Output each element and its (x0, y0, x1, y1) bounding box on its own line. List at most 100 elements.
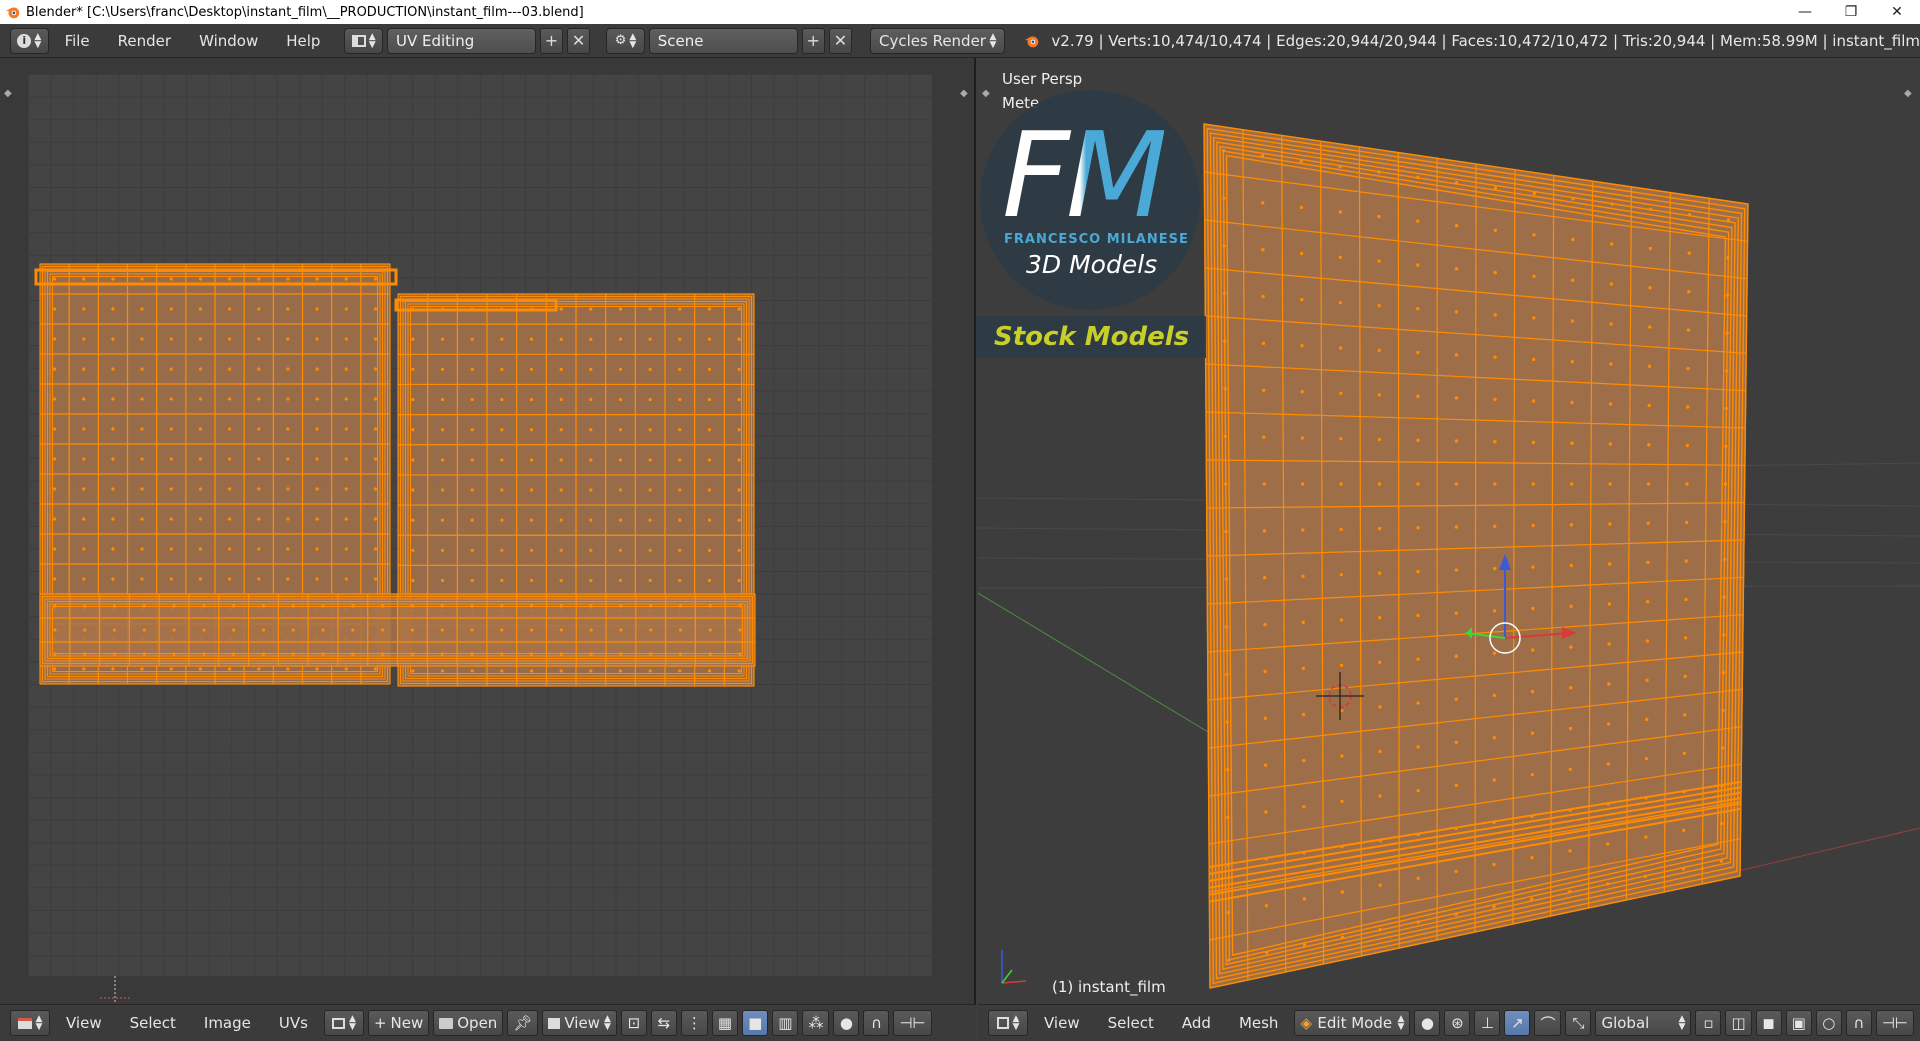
arrow-icon: ↗ (1511, 1014, 1524, 1032)
snap-element[interactable]: ⊣⊢ (1875, 1010, 1914, 1036)
editor-type-3d-button[interactable]: ▲ ▼ (988, 1010, 1028, 1036)
snap-icon: ⊣⊢ (899, 1014, 926, 1032)
uv-menu-image[interactable]: Image (192, 1010, 263, 1036)
screen-layout-name[interactable]: UV Editing (387, 27, 536, 54)
proportional-icon: ○ (1822, 1014, 1836, 1032)
open-image-button[interactable]: Open (433, 1010, 504, 1036)
folder-icon (439, 1017, 454, 1029)
view-icon (548, 1017, 561, 1029)
snap-toggle-button[interactable]: ∩ (863, 1010, 890, 1036)
edge-select-mode[interactable]: ◫ (1725, 1010, 1752, 1036)
pivot-select[interactable]: ⊡ (620, 1010, 647, 1036)
view-name-label: User Persp (1002, 70, 1083, 88)
x-icon: ✕ (833, 31, 848, 50)
new-image-button[interactable]: + New (367, 1010, 430, 1036)
mode-select[interactable]: ◈ Edit Mode ▲ ▼ (1294, 1010, 1411, 1036)
3d-view-header: ▲ ▼ View Select Add Mesh ◈ Edit Mode ▲ ▼ ●… (978, 1004, 1920, 1041)
add-scene-button[interactable]: + (801, 27, 825, 54)
updown-arrows-icon: ▲ ▼ (35, 1014, 43, 1032)
uv-grid-canvas[interactable] (28, 74, 932, 976)
rotate-manipulator[interactable]: ⌒ (1534, 1010, 1562, 1036)
3d-menu-select[interactable]: Select (1096, 1010, 1166, 1036)
view-mode-select[interactable]: View ▲ ▼ (542, 1010, 617, 1036)
3d-menu-view[interactable]: View (1032, 1010, 1092, 1036)
screen-layout-selector[interactable]: ▲ ▼ (344, 27, 383, 54)
add-screen-button[interactable]: + (539, 27, 564, 54)
pivot-icon: ⊡ (627, 1014, 641, 1032)
pin-button[interactable]: 📌︎ (507, 1010, 539, 1036)
edge-select-icon: ◫ (1731, 1014, 1746, 1032)
image-editor-icon (17, 1017, 32, 1029)
image-browse-button[interactable]: ▲ ▼ (323, 1010, 364, 1036)
editor-type-info-button[interactable]: i ▲ ▼ (10, 27, 49, 54)
solid-sphere-icon: ● (1420, 1014, 1434, 1032)
edit-mode-icon: ◈ (1300, 1014, 1312, 1032)
occlude-geometry-toggle[interactable]: ▣ (1785, 1010, 1812, 1036)
face-icon: ■ (748, 1014, 763, 1032)
window-title: Blender* [C:\Users\franc\Desktop\instant… (26, 4, 584, 20)
menu-file[interactable]: File (53, 28, 102, 54)
region-toggle-right[interactable]: ◆ (960, 88, 968, 99)
snap-toggle[interactable]: ∩ (1845, 1010, 1872, 1036)
render-engine-select[interactable]: Cycles Render ▲ ▼ (870, 27, 1006, 54)
updown-arrows-icon: ▲ ▼ (989, 31, 997, 50)
2d-cursor-icon (100, 976, 130, 1004)
snap-element-select[interactable]: ⊣⊢ (893, 1010, 932, 1036)
select-island-button[interactable]: ▥ (772, 1010, 799, 1036)
vertex-select-mode[interactable]: ▫ (1695, 1010, 1722, 1036)
screen-layout-icon (351, 34, 366, 47)
sticky-select-mode[interactable]: ⁂ (802, 1010, 830, 1036)
face-select-mode[interactable]: ◼ (1755, 1010, 1782, 1036)
updown-arrows-icon: ▲ ▼ (1397, 1014, 1405, 1032)
delete-scene-button[interactable]: ✕ (828, 27, 852, 54)
restore-button[interactable]: ❐ (1828, 0, 1874, 24)
select-face-button[interactable]: ■ (742, 1010, 769, 1036)
face-select-icon: ◼ (1762, 1014, 1775, 1032)
scene-name[interactable]: Scene (648, 27, 798, 54)
blender-logo-icon (5, 7, 20, 19)
translate-manipulator[interactable]: ↗ (1504, 1010, 1531, 1036)
updown-arrows-icon: ▲ ▼ (1678, 1014, 1686, 1032)
region-toggle-right[interactable]: ◆ (1904, 88, 1912, 99)
window-titlebar: Blender* [C:\Users\franc\Desktop\instant… (0, 0, 1920, 24)
blender-logo-icon (1025, 36, 1039, 47)
region-toggle-left[interactable]: ◆ (4, 88, 12, 99)
sticky-icon: ⁂ (808, 1014, 824, 1032)
close-button[interactable]: ✕ (1874, 0, 1920, 24)
manipulator-toggle[interactable]: ⊥ (1474, 1010, 1501, 1036)
pivot-point-select[interactable]: ⊛ (1444, 1010, 1471, 1036)
editor-type-image-button[interactable]: ▲ ▼ (10, 1010, 50, 1036)
3d-menu-mesh[interactable]: Mesh (1227, 1010, 1291, 1036)
updown-arrows-icon: ▲ ▼ (34, 31, 42, 50)
updown-arrows-icon: ▲ ▼ (1012, 1014, 1020, 1032)
logo-line1: 3D Models (1026, 250, 1158, 279)
sync-selection-button[interactable]: ⇆ (650, 1010, 677, 1036)
delete-screen-button[interactable]: ✕ (567, 27, 591, 54)
minimize-button[interactable]: — (1782, 0, 1828, 24)
proportional-edit-button[interactable]: ● (833, 1010, 860, 1036)
select-vertex-button[interactable]: ⋮ (680, 1010, 708, 1036)
uv-image-editor[interactable]: ◆ ◆ (0, 58, 976, 1004)
uv-menu-select[interactable]: Select (118, 1010, 188, 1036)
plus-icon: + (806, 31, 820, 50)
menu-window[interactable]: Window (187, 28, 270, 54)
uv-layout (34, 263, 756, 687)
orientation-select[interactable]: Global ▲ ▼ (1595, 1010, 1692, 1036)
info-header: i ▲ ▼ File Render Window Help ▲ ▼ UV Editi… (0, 24, 1920, 58)
image-icon (331, 1017, 345, 1029)
proportional-edit-toggle[interactable]: ○ (1815, 1010, 1842, 1036)
menu-help[interactable]: Help (274, 28, 332, 54)
menu-render[interactable]: Render (106, 28, 183, 54)
uv-menu-uvs[interactable]: UVs (267, 1010, 320, 1036)
scale-manipulator[interactable]: ⤡ (1565, 1010, 1592, 1036)
3d-menu-add[interactable]: Add (1170, 1010, 1223, 1036)
shading-select[interactable]: ● (1414, 1010, 1441, 1036)
scene-stats: v2.79 | Verts:10,474/10,474 | Edges:20,9… (1023, 32, 1920, 50)
scene-icon: ⚙ (614, 33, 627, 48)
scene-selector[interactable]: ⚙ ▲ ▼ (606, 27, 645, 54)
select-edge-button[interactable]: ▦ (711, 1010, 739, 1036)
vertex-select-icon: ▫ (1703, 1014, 1714, 1032)
uv-menu-view[interactable]: View (54, 1010, 114, 1036)
scale-icon: ⤡ (1572, 1014, 1585, 1032)
logo-line2: Stock Models (994, 322, 1190, 352)
